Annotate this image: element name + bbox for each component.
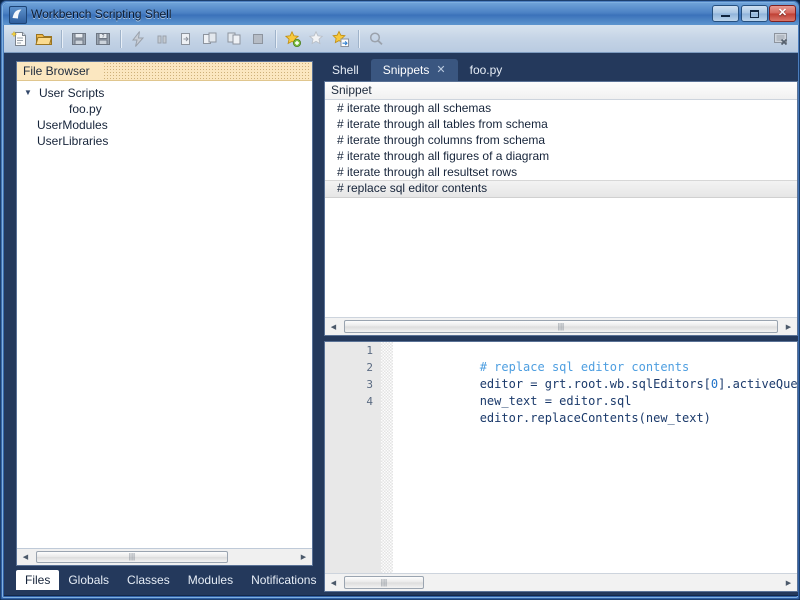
app-icon [9, 6, 27, 24]
tab-close-icon[interactable]: ✕ [436, 64, 445, 76]
step-out-icon[interactable] [223, 28, 245, 50]
code-text-area[interactable]: # replace sql editor contents editor = g… [393, 342, 797, 573]
scrollbar-grip: ||| [557, 321, 565, 331]
close-button[interactable]: ✕ [769, 5, 796, 22]
close-icon: ✕ [777, 7, 788, 19]
maximize-icon [750, 9, 759, 18]
tab-snippets[interactable]: Snippets ✕ [370, 59, 458, 81]
client-area: File Browser ▼ User Scripts foo.py UserMo… [4, 53, 798, 596]
run-script-icon[interactable] [127, 28, 149, 50]
tree-item-usermodules[interactable]: UserModules [17, 117, 312, 133]
close-panel-icon[interactable] [770, 28, 792, 50]
separator [120, 29, 121, 48]
line-number: 2 [366, 361, 373, 374]
step-over-icon[interactable] [199, 28, 221, 50]
code-text: editor = grt.root.wb.sqlEditors[ [479, 377, 711, 391]
code-text: new_text = editor.sql [479, 394, 632, 408]
stop-icon[interactable] [247, 28, 269, 50]
file-browser-bottom-tabs: Files Globals Classes Modules Notificati… [16, 568, 316, 590]
title-bar: Workbench Scripting Shell ✕ [3, 3, 799, 25]
editor-tab-strip: Shell Snippets ✕ foo.py [320, 59, 798, 81]
file-browser-header-label: File Browser [23, 64, 90, 78]
snippet-list-panel: Snippet # iterate through all schemas # … [324, 81, 798, 336]
scroll-left-arrow-icon[interactable]: ◀ [325, 318, 342, 335]
tree-item-label: foo.py [69, 102, 102, 116]
tab-label: Snippets [382, 63, 430, 77]
snippet-list: # iterate through all schemas # iterate … [325, 100, 797, 317]
add-snippet-icon[interactable] [282, 28, 304, 50]
scrollbar-thumb[interactable]: ||| [344, 576, 424, 589]
search-icon[interactable] [365, 28, 387, 50]
header-dot-pattern [103, 62, 309, 80]
tree-item-userlibraries[interactable]: UserLibraries [17, 133, 312, 149]
tab-shell[interactable]: Shell [320, 59, 371, 81]
separator [358, 29, 359, 48]
window-title: Workbench Scripting Shell [31, 7, 172, 21]
code-text: ].activeQueryBuffer [718, 377, 797, 391]
fold-margin [381, 342, 393, 573]
step-into-icon[interactable] [175, 28, 197, 50]
minimize-icon [721, 15, 730, 17]
open-script-icon[interactable] [33, 28, 55, 50]
scrollbar-thumb[interactable]: ||| [36, 551, 228, 563]
separator [275, 29, 276, 48]
svg-text:?: ? [102, 34, 105, 40]
pause-icon[interactable] [151, 28, 173, 50]
code-comment: # replace sql editor contents [479, 360, 690, 374]
separator [61, 29, 62, 48]
scrollbar-thumb[interactable]: ||| [344, 320, 778, 333]
editor-panel: Shell Snippets ✕ foo.py Snippet # iterat… [320, 53, 798, 596]
code-hscrollbar[interactable]: ◀ ||| ▶ [325, 573, 797, 591]
expand-twisty-icon[interactable]: ▼ [17, 85, 39, 101]
file-tree: ▼ User Scripts foo.py UserModules UserLib… [17, 81, 312, 149]
save-script-icon[interactable] [68, 28, 90, 50]
code-text: editor.replaceContents(new_text) [479, 411, 711, 425]
tree-item-label: UserModules [37, 118, 108, 132]
scrollbar-grip: ||| [128, 552, 136, 561]
snippet-row[interactable]: # iterate through all schemas [325, 100, 797, 116]
tab-files[interactable]: Files [16, 570, 60, 590]
scroll-left-arrow-icon[interactable]: ◀ [325, 574, 342, 591]
tab-label: Shell [332, 63, 359, 77]
scroll-left-arrow-icon[interactable]: ◀ [17, 549, 34, 565]
delete-snippet-icon[interactable] [306, 28, 328, 50]
line-number: 3 [366, 378, 373, 391]
snippet-row-selected[interactable]: # replace sql editor contents [325, 180, 797, 198]
line-number: 1 [366, 344, 373, 357]
scroll-right-arrow-icon[interactable]: ▶ [780, 318, 797, 335]
file-browser-hscrollbar[interactable]: ◀ ||| ▶ [17, 548, 312, 565]
file-browser-header: File Browser [17, 62, 312, 81]
tab-foo-py[interactable]: foo.py [458, 59, 515, 81]
snippet-row[interactable]: # iterate through all resultset rows [325, 164, 797, 180]
maximize-button[interactable] [741, 5, 768, 22]
snippet-row[interactable]: # iterate through all tables from schema [325, 116, 797, 132]
toolbar: ? [4, 25, 798, 53]
tab-globals[interactable]: Globals [59, 570, 118, 590]
scroll-right-arrow-icon[interactable]: ▶ [295, 549, 312, 565]
line-number-gutter: 1 2 3 4 [325, 342, 381, 573]
tree-item-label: UserLibraries [37, 134, 109, 148]
snippet-column-header[interactable]: Snippet [325, 82, 797, 100]
tree-item-user-scripts[interactable]: ▼ User Scripts [17, 85, 312, 101]
tab-modules[interactable]: Modules [179, 570, 242, 590]
line-number: 4 [366, 395, 373, 408]
code-editor-panel[interactable]: 1 2 3 4 # replace sql editor contents ed… [324, 341, 798, 592]
tab-notifications[interactable]: Notifications [242, 570, 325, 590]
insert-snippet-icon[interactable] [330, 28, 352, 50]
snippet-hscrollbar[interactable]: ◀ ||| ▶ [325, 317, 797, 335]
save-script-as-icon[interactable]: ? [92, 28, 114, 50]
application-window: Workbench Scripting Shell ✕ ? File Brows… [0, 0, 800, 600]
tab-classes[interactable]: Classes [118, 570, 179, 590]
tab-label: foo.py [469, 63, 503, 77]
new-script-icon[interactable] [9, 28, 31, 50]
scroll-right-arrow-icon[interactable]: ▶ [780, 574, 797, 591]
scrollbar-grip: ||| [380, 577, 388, 587]
snippet-row[interactable]: # iterate through columns from schema [325, 132, 797, 148]
minimize-button[interactable] [712, 5, 739, 22]
code-line: # replace sql editor contents [393, 342, 797, 374]
tree-item-label: User Scripts [39, 86, 105, 100]
tree-item-foo-py[interactable]: foo.py [17, 101, 312, 117]
snippet-row[interactable]: # iterate through all figures of a diagr… [325, 148, 797, 164]
file-browser-panel: File Browser ▼ User Scripts foo.py UserMo… [16, 61, 313, 566]
